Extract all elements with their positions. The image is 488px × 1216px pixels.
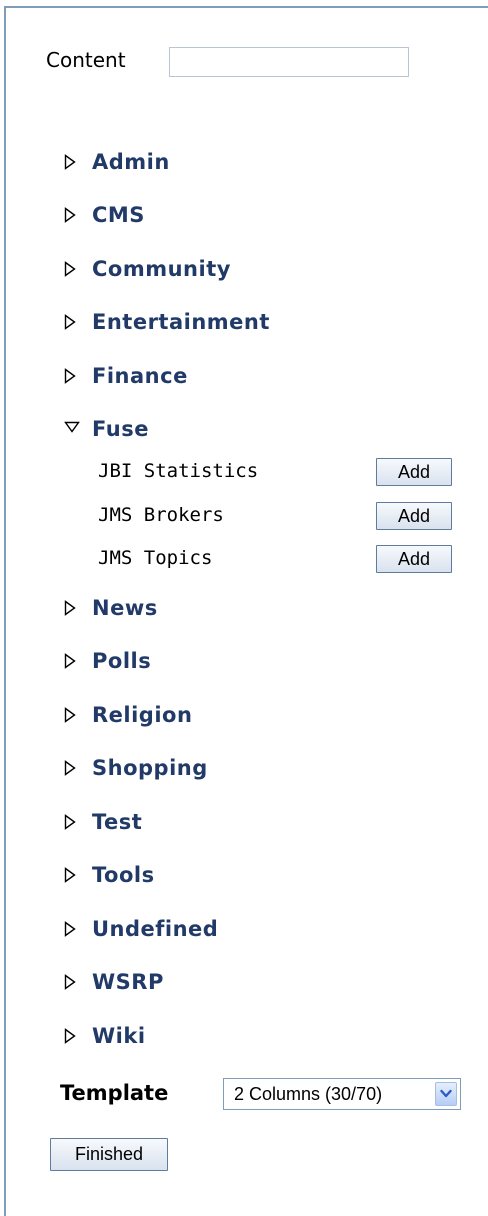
triangle-right-icon: [64, 814, 76, 830]
category-fuse[interactable]: Fuse: [64, 414, 149, 444]
category-finance[interactable]: Finance: [64, 361, 188, 391]
category-label: Tools: [92, 863, 155, 887]
category-cms[interactable]: CMS: [64, 200, 145, 230]
category-religion[interactable]: Religion: [64, 700, 192, 730]
category-label: Polls: [92, 649, 152, 673]
triangle-right-icon: [64, 368, 76, 384]
add-jms-brokers-button[interactable]: Add: [376, 502, 452, 530]
add-jms-topics-button[interactable]: Add: [376, 545, 452, 573]
triangle-right-icon: [64, 154, 76, 170]
category-label: Finance: [92, 364, 188, 388]
category-label: Test: [92, 810, 143, 834]
category-label: Community: [92, 257, 231, 281]
template-label: Template: [60, 1081, 169, 1105]
triangle-right-icon: [64, 760, 76, 776]
category-label: CMS: [92, 203, 145, 227]
category-shopping[interactable]: Shopping: [64, 753, 208, 783]
category-label: Religion: [92, 703, 193, 727]
category-wiki[interactable]: Wiki: [64, 1021, 146, 1051]
content-search-input[interactable]: [169, 47, 409, 77]
portlet-item-jbi-statistics: JBI Statistics Add: [98, 458, 458, 488]
portlet-item-jms-brokers: JMS Brokers Add: [98, 502, 458, 532]
category-label: Fuse: [92, 417, 149, 441]
triangle-right-icon: [64, 314, 76, 330]
triangle-right-icon: [64, 207, 76, 223]
category-community[interactable]: Community: [64, 254, 231, 284]
content-panel: Content Admin CMS Community Entertainmen…: [4, 6, 488, 1216]
content-search-label: Content: [46, 48, 126, 72]
portlet-item-jms-topics: JMS Topics Add: [98, 545, 458, 575]
triangle-right-icon: [64, 867, 76, 883]
triangle-down-icon: [64, 421, 80, 437]
triangle-right-icon: [64, 600, 76, 616]
category-undefined[interactable]: Undefined: [64, 914, 218, 944]
category-label: Entertainment: [92, 310, 270, 334]
add-jbi-statistics-button[interactable]: Add: [376, 458, 452, 486]
template-selected-value: 2 Columns (30/70): [234, 1083, 383, 1104]
triangle-right-icon: [64, 261, 76, 277]
category-label: News: [92, 596, 158, 620]
category-test[interactable]: Test: [64, 807, 142, 837]
category-label: Undefined: [92, 917, 219, 941]
category-label: Admin: [92, 150, 170, 174]
category-wsrp[interactable]: WSRP: [64, 967, 164, 997]
category-news[interactable]: News: [64, 593, 158, 623]
triangle-right-icon: [64, 921, 76, 937]
chevron-down-icon[interactable]: [435, 1082, 457, 1106]
triangle-right-icon: [64, 974, 76, 990]
category-entertainment[interactable]: Entertainment: [64, 307, 270, 337]
triangle-right-icon: [64, 707, 76, 723]
category-polls[interactable]: Polls: [64, 646, 151, 676]
category-label: WSRP: [92, 970, 164, 994]
portlet-label: JMS Topics: [98, 547, 213, 569]
portlet-label: JMS Brokers: [98, 504, 224, 526]
triangle-right-icon: [64, 653, 76, 669]
template-select[interactable]: 2 Columns (30/70): [223, 1078, 461, 1110]
portlet-label: JBI Statistics: [98, 460, 259, 482]
category-label: Shopping: [92, 756, 208, 780]
category-tools[interactable]: Tools: [64, 860, 155, 890]
triangle-right-icon: [64, 1028, 76, 1044]
category-label: Wiki: [92, 1024, 146, 1048]
category-admin[interactable]: Admin: [64, 147, 170, 177]
finished-button[interactable]: Finished: [50, 1138, 168, 1171]
